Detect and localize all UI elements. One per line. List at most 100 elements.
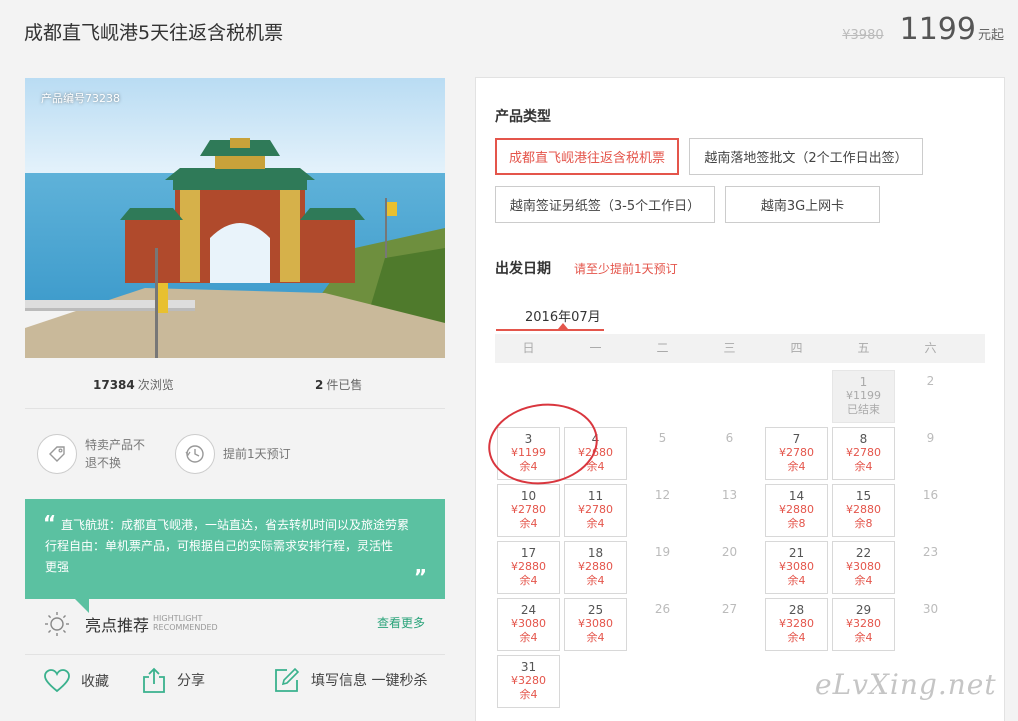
highlight-subtitle: HIGHTLIGHT RECOMMENDED <box>153 614 218 632</box>
calendar-day-10[interactable]: 10 ¥2780 余4 <box>497 484 560 537</box>
day-price: ¥1199 <box>846 389 881 402</box>
price-tag-icon <box>37 434 77 474</box>
day-status: 余4 <box>586 631 605 644</box>
weekday: 六 <box>924 341 937 355</box>
day-number: 13 <box>721 488 738 502</box>
share-icon <box>143 667 165 693</box>
calendar-day-2: 2 <box>899 370 962 423</box>
day-price: ¥2780 <box>779 446 814 459</box>
share-button[interactable]: 分享 <box>141 666 205 694</box>
calendar-day-6: 6 <box>698 427 761 480</box>
day-number: 9 <box>926 431 935 445</box>
calendar-day-21[interactable]: 21 ¥3080 余4 <box>765 541 828 594</box>
day-number: 22 <box>855 546 872 560</box>
calendar-day-8[interactable]: 8 ¥2780 余4 <box>832 427 895 480</box>
day-price: ¥3280 <box>511 674 546 687</box>
view-more-link[interactable]: 查看更多 <box>377 614 425 631</box>
product-info-column: 产品编号73238 17384 次浏览 2 件已售 特卖产品不退不换 提前1天预订 … <box>25 78 445 693</box>
day-number: 31 <box>520 660 537 674</box>
calendar-day-13: 13 <box>698 484 761 537</box>
day-status: 余4 <box>787 574 806 587</box>
sold-label: 件已售 <box>326 378 363 392</box>
day-price: ¥3080 <box>846 560 881 573</box>
share-label: 分享 <box>177 673 205 689</box>
day-status: 余4 <box>519 460 538 473</box>
day-status: 余4 <box>854 460 873 473</box>
day-price: ¥2880 <box>779 503 814 516</box>
option-flight-ticket[interactable]: 成都直飞岘港往返含税机票 <box>495 138 679 175</box>
day-price: ¥3280 <box>779 617 814 630</box>
price-area: ¥3980 1199 元起 <box>842 12 1004 47</box>
day-status: 余4 <box>854 574 873 587</box>
weekday: 一 <box>589 341 602 355</box>
calendar-day-18[interactable]: 18 ¥2880 余4 <box>564 541 627 594</box>
tag-no-refund: 特卖产品不退不换 <box>37 434 155 474</box>
calendar-day-15[interactable]: 15 ¥2880 余8 <box>832 484 895 537</box>
day-status: 余4 <box>519 631 538 644</box>
product-type-title: 产品类型 <box>495 109 551 125</box>
calendar-day-4[interactable]: 4 ¥2680 余4 <box>564 427 627 480</box>
calendar-day-3[interactable]: 3 ¥1199 余4 <box>497 427 560 480</box>
day-price: ¥1199 <box>511 446 546 459</box>
option-landing-visa[interactable]: 越南落地签批文（2个工作日出签） <box>689 138 923 175</box>
day-number: 27 <box>721 602 738 616</box>
day-price: ¥2880 <box>511 560 546 573</box>
day-number: 19 <box>654 545 671 559</box>
calendar-day-31[interactable]: 31 ¥3280 余4 <box>497 655 560 708</box>
day-price: ¥2780 <box>511 503 546 516</box>
day-number: 7 <box>792 432 801 446</box>
day-status: 余4 <box>586 574 605 587</box>
fill-info-label: 填写信息 一键秒杀 <box>311 673 428 689</box>
calendar-day-12: 12 <box>631 484 694 537</box>
day-number: 26 <box>654 602 671 616</box>
highlight-sub-line: HIGHTLIGHT <box>153 614 203 623</box>
calendar-day-5: 5 <box>631 427 694 480</box>
calendar-day-16: 16 <box>899 484 962 537</box>
day-number: 11 <box>587 489 604 503</box>
favorite-button[interactable]: 收藏 <box>43 668 109 694</box>
calendar-day-17[interactable]: 17 ¥2880 余4 <box>497 541 560 594</box>
option-separate-visa[interactable]: 越南签证另纸签（3-5个工作日） <box>495 186 715 223</box>
calendar-day-28[interactable]: 28 ¥3280 余4 <box>765 598 828 651</box>
highlight-sub-line: RECOMMENDED <box>153 623 218 632</box>
day-number: 21 <box>788 546 805 560</box>
highlight-line: 直飞航班：成都直飞岘港，一站直达，省去转机时间以及旅途劳累 <box>61 518 410 532</box>
day-status: 余4 <box>519 517 538 530</box>
fill-info-button[interactable]: 填写信息 一键秒杀 <box>273 666 427 694</box>
calendar-day-11[interactable]: 11 ¥2780 余4 <box>564 484 627 537</box>
page-title: 成都直飞岘港5天往返含税机票 <box>24 22 284 44</box>
views-stat: 17384 次浏览 <box>93 376 174 393</box>
day-number: 18 <box>587 546 604 560</box>
sun-icon <box>45 612 69 636</box>
day-number: 1 <box>859 375 868 389</box>
day-number: 5 <box>658 431 667 445</box>
calendar-day-24[interactable]: 24 ¥3080 余4 <box>497 598 560 651</box>
sold-count: 2 <box>315 378 324 392</box>
calendar-day-22[interactable]: 22 ¥3080 余4 <box>832 541 895 594</box>
day-price: ¥2680 <box>578 446 613 459</box>
calendar-day-29[interactable]: 29 ¥3280 余4 <box>832 598 895 651</box>
divider <box>25 408 445 409</box>
highlight-header: 亮点推荐 HIGHTLIGHT RECOMMENDED 查看更多 <box>25 608 445 638</box>
booking-note: 请至少提前1天预订 <box>574 262 678 276</box>
day-price: ¥3080 <box>578 617 613 630</box>
day-status: 余4 <box>519 688 538 701</box>
calendar-day-7[interactable]: 7 ¥2780 余4 <box>765 427 828 480</box>
option-3g-card[interactable]: 越南3G上网卡 <box>725 186 880 223</box>
day-number: 17 <box>520 546 537 560</box>
day-number: 4 <box>591 432 600 446</box>
product-stats: 17384 次浏览 2 件已售 <box>25 374 445 394</box>
edit-icon <box>275 667 300 692</box>
product-tags: 特卖产品不退不换 提前1天预订 <box>37 434 437 476</box>
product-image[interactable]: 产品编号73238 <box>25 78 445 358</box>
highlight-title: 亮点推荐 <box>85 616 150 635</box>
calendar-day-14[interactable]: 14 ¥2880 余8 <box>765 484 828 537</box>
calendar-day-25[interactable]: 25 ¥3080 余4 <box>564 598 627 651</box>
day-number: 30 <box>922 602 939 616</box>
price-unit: 元起 <box>977 28 1004 43</box>
day-status: 余4 <box>586 460 605 473</box>
day-number: 24 <box>520 603 537 617</box>
divider <box>25 654 445 655</box>
sold-stat: 2 件已售 <box>315 376 362 393</box>
day-price: ¥2880 <box>846 503 881 516</box>
